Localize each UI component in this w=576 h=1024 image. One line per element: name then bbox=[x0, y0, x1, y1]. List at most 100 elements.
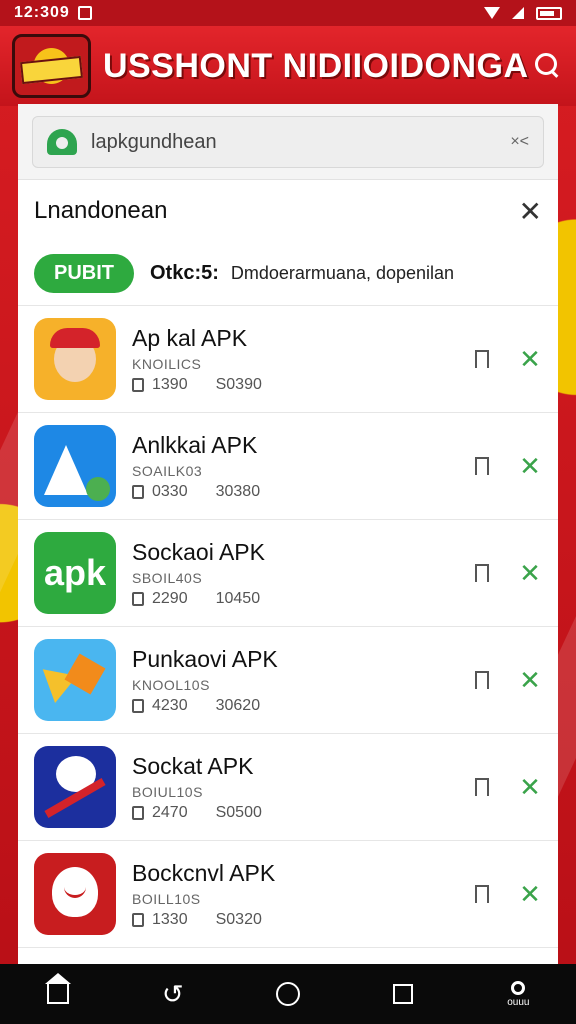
stat-a: 1330 bbox=[152, 910, 188, 928]
bookmark-button[interactable] bbox=[470, 446, 494, 486]
signal-icon bbox=[512, 7, 524, 19]
app-icon bbox=[34, 746, 116, 828]
app-name: Punkaovi APK bbox=[132, 645, 278, 672]
stat-a: 2290 bbox=[152, 589, 188, 607]
profile-icon bbox=[511, 980, 526, 995]
list-item[interactable]: Ap kal APK KNOILICS 1390 S0390 ✕ bbox=[18, 306, 558, 413]
square-icon bbox=[393, 984, 414, 1004]
app-stats: 2470 S0500 bbox=[132, 804, 470, 822]
app-subtitle: SOAILK03 bbox=[132, 462, 203, 479]
section-header: Lnandonean ✕ bbox=[18, 180, 558, 242]
circle-icon bbox=[275, 982, 300, 1006]
app-stats: 1390 S0390 bbox=[132, 376, 470, 394]
remove-button[interactable]: ✕ bbox=[518, 344, 542, 375]
app-info: Punkaovi APK KNOOL10S 4230 30620 bbox=[132, 646, 470, 715]
remove-button[interactable]: ✕ bbox=[518, 879, 542, 910]
app-subtitle: BOILL10S bbox=[132, 890, 201, 907]
bookmark-icon bbox=[475, 350, 489, 374]
stat-b: 30620 bbox=[215, 696, 261, 714]
app-store-icon bbox=[47, 129, 77, 155]
back-button[interactable]: ↺ bbox=[153, 974, 193, 1014]
home-button[interactable] bbox=[38, 973, 78, 1014]
app-title: USSHONT NIDIIOIDONGA bbox=[102, 46, 529, 85]
app-name: Bockcnvl APK bbox=[132, 859, 276, 886]
filter-description: Dmdoerarmuana, dopenilan bbox=[230, 263, 455, 283]
app-icon bbox=[34, 318, 116, 400]
app-subtitle: KNOOL10S bbox=[132, 676, 210, 693]
notification-icon bbox=[77, 6, 92, 20]
app-icon bbox=[34, 425, 116, 507]
bookmark-button[interactable] bbox=[470, 553, 494, 593]
app-info: Sockaoi APK SBOIL40S 2290 10450 bbox=[132, 539, 470, 608]
main-panel: lapkgundhean ×< Lnandonean ✕ PUBIT Otkc:… bbox=[18, 104, 558, 964]
search-bar-container: lapkgundhean ×< bbox=[18, 104, 558, 180]
search-icon[interactable] bbox=[529, 48, 564, 84]
list-item[interactable]: Anlkkai APK SOAILK03 0330 30380 ✕ bbox=[18, 413, 558, 520]
bookmark-button[interactable] bbox=[470, 767, 494, 807]
app-stats: 4230 30620 bbox=[132, 697, 470, 715]
bookmark-icon bbox=[475, 564, 489, 588]
bookmark-icon bbox=[475, 671, 489, 695]
list-item[interactable]: Bockcnvl APK BOILL10S 1330 S0320 ✕ bbox=[18, 841, 558, 948]
app-header: USSHONT NIDIIOIDONGA bbox=[0, 26, 576, 106]
remove-button[interactable]: ✕ bbox=[518, 772, 542, 803]
file-icon bbox=[132, 912, 144, 927]
app-icon bbox=[34, 639, 116, 721]
wifi-icon bbox=[484, 7, 500, 19]
battery-icon bbox=[536, 6, 562, 20]
bookmark-button[interactable] bbox=[470, 874, 494, 914]
app-name: Sockat APK bbox=[132, 752, 254, 779]
status-time: 12:309 bbox=[14, 4, 70, 21]
file-icon bbox=[132, 805, 144, 820]
stat-a: 2470 bbox=[152, 803, 188, 821]
filter-chip[interactable]: PUBIT bbox=[34, 254, 134, 293]
app-info: Ap kal APK KNOILICS 1390 S0390 bbox=[132, 325, 470, 394]
close-icon[interactable]: ✕ bbox=[519, 195, 542, 228]
bookmark-icon bbox=[475, 778, 489, 802]
overview-button[interactable] bbox=[268, 974, 308, 1014]
section-title: Lnandonean bbox=[34, 197, 168, 224]
file-icon bbox=[132, 377, 144, 392]
bookmark-icon bbox=[475, 457, 489, 481]
list-item[interactable]: apk Sockaoi APK SBOIL40S 2290 10450 ✕ bbox=[18, 520, 558, 627]
bookmark-icon bbox=[475, 885, 489, 909]
file-icon bbox=[132, 484, 144, 499]
profile-label: ouuu bbox=[507, 996, 530, 1008]
status-icons bbox=[484, 6, 562, 20]
list-item[interactable]: Punkaovi APK KNOOL10S 4230 30620 ✕ bbox=[18, 627, 558, 734]
remove-button[interactable]: ✕ bbox=[518, 558, 542, 589]
app-info: Bockcnvl APK BOILL10S 1330 S0320 bbox=[132, 860, 470, 929]
stat-b: 10450 bbox=[215, 589, 261, 607]
stat-b: S0390 bbox=[215, 375, 262, 393]
file-icon bbox=[132, 591, 144, 606]
search-input-value[interactable]: lapkgundhean bbox=[91, 131, 217, 154]
stat-b: 30380 bbox=[215, 482, 261, 500]
app-subtitle: SBOIL40S bbox=[132, 569, 203, 586]
app-logo[interactable] bbox=[12, 34, 91, 98]
app-stats: 0330 30380 bbox=[132, 483, 470, 501]
recents-button[interactable] bbox=[383, 974, 423, 1014]
filter-row: PUBIT Otkc:5: Dmdoerarmuana, dopenilan bbox=[18, 242, 558, 306]
filter-label: Otkc:5: bbox=[150, 262, 219, 284]
bookmark-button[interactable] bbox=[470, 339, 494, 379]
profile-button[interactable]: ouuu bbox=[498, 974, 538, 1014]
search-input[interactable]: lapkgundhean ×< bbox=[32, 116, 544, 168]
app-info: Anlkkai APK SOAILK03 0330 30380 bbox=[132, 432, 470, 501]
app-subtitle: KNOILICS bbox=[132, 355, 202, 372]
app-subtitle: BOIUL10S bbox=[132, 783, 203, 800]
bookmark-button[interactable] bbox=[470, 660, 494, 700]
stat-a: 0330 bbox=[152, 482, 188, 500]
list-item[interactable]: Sockat APK BOIUL10S 2470 S0500 ✕ bbox=[18, 734, 558, 841]
home-icon bbox=[44, 973, 71, 1004]
remove-button[interactable]: ✕ bbox=[518, 451, 542, 482]
remove-button[interactable]: ✕ bbox=[518, 665, 542, 696]
status-bar: 12:309 bbox=[0, 0, 576, 26]
app-name: Anlkkai APK bbox=[132, 431, 258, 458]
app-name: Sockaoi APK bbox=[132, 538, 265, 565]
app-icon: apk bbox=[34, 532, 116, 614]
app-name: Ap kal APK bbox=[132, 324, 248, 351]
clear-search-button[interactable]: ×< bbox=[510, 133, 529, 151]
app-stats: 2290 10450 bbox=[132, 590, 470, 608]
app-icon bbox=[34, 853, 116, 935]
stat-b: S0320 bbox=[215, 910, 262, 928]
